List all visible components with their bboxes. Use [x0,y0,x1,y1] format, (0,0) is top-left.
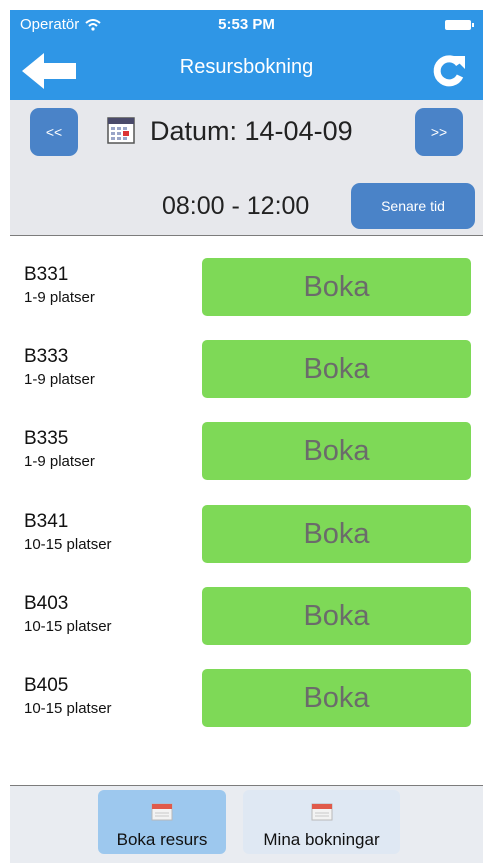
list-item: B403 10-15 platser Boka [10,565,483,647]
resource-code: B331 [24,264,69,285]
date-time-controls: << Datum: 14-04-09 >> 08:00 - 12:00 Sena… [10,100,483,236]
resource-capacity: 10-15 platser [24,618,112,635]
nav-bar: Resursbokning [10,36,483,100]
tab-boka-resurs[interactable]: Boka resurs [98,790,226,854]
tab-bar: Boka resurs Mina bokningar [10,785,483,863]
tab-label: Boka resurs [116,830,208,849]
book-button[interactable]: Boka [202,587,471,645]
refresh-icon[interactable] [429,50,469,90]
book-button[interactable]: Boka [202,340,471,398]
app-header: Operatör 5:53 PM Resursbokning [10,10,483,100]
resource-capacity: 10-15 platser [24,536,112,553]
list-item: B405 10-15 platser Boka [10,647,483,729]
tab-label: Mina bokningar [263,830,380,849]
calendar-icon[interactable] [107,116,135,144]
resource-capacity: 10-15 platser [24,700,112,717]
time-range: 08:00 - 12:00 [162,192,310,220]
tab-mina-bokningar[interactable]: Mina bokningar [243,790,400,854]
status-bar: Operatör 5:53 PM [10,10,483,36]
resource-list: B331 1-9 platser Boka B333 1-9 platser B… [10,236,483,785]
book-button[interactable]: Boka [202,505,471,563]
date-display: Datum: 14-04-09 [150,116,353,146]
calendar-icon [151,801,173,821]
next-date-button[interactable]: >> [415,108,463,156]
book-button[interactable]: Boka [202,669,471,727]
resource-code: B403 [24,593,69,614]
list-item: B341 10-15 platser Boka [10,483,483,565]
resource-code: B405 [24,675,69,696]
book-button[interactable]: Boka [202,258,471,316]
status-time: 5:53 PM [218,16,275,33]
resource-code: B335 [24,428,69,449]
resource-code: B333 [24,346,69,367]
page-title: Resursbokning [179,56,314,78]
book-button[interactable]: Boka [202,422,471,480]
list-item: B331 1-9 platser Boka [10,236,483,318]
list-item: B333 1-9 platser Boka [10,318,483,400]
list-item: B335 1-9 platser Boka [10,400,483,482]
resource-capacity: 1-9 platser [24,371,95,388]
resource-capacity: 1-9 platser [24,289,95,306]
later-time-button[interactable]: Senare tid [351,183,475,229]
resource-code: B341 [24,511,69,532]
previous-date-button[interactable]: << [30,108,78,156]
resource-capacity: 1-9 platser [24,453,95,470]
battery-icon [445,20,474,30]
calendar-icon [311,801,333,821]
